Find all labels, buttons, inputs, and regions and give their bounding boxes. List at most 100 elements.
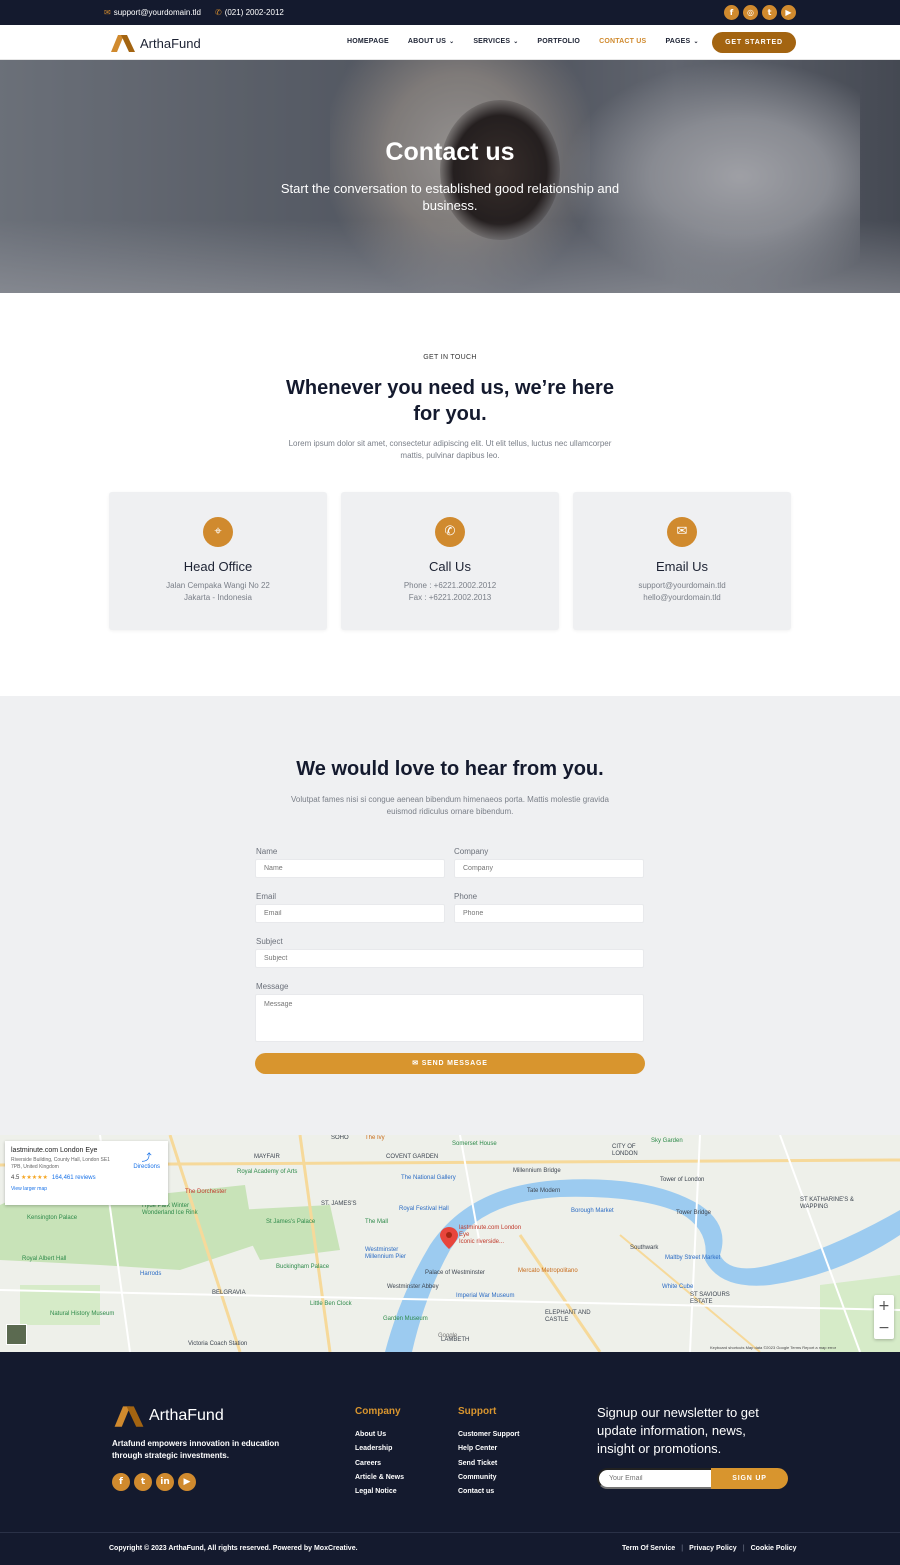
map-place-card: lastminute.com London Eye Riverside Buil… bbox=[5, 1141, 168, 1205]
zoom-in-button[interactable]: + bbox=[874, 1295, 894, 1317]
map-label: Garden Museum bbox=[383, 1316, 428, 1322]
legal-link[interactable]: Cookie Policy bbox=[751, 1545, 797, 1552]
newsletter-heading: Signup our newsletter to get update info… bbox=[597, 1405, 759, 1456]
copyright: Copyright © 2023 ArthaFund, All rights r… bbox=[109, 1545, 358, 1552]
footer-link[interactable]: Legal Notice bbox=[355, 1488, 397, 1495]
nav-item-portfolio[interactable]: PORTFOLIO bbox=[537, 38, 580, 45]
touch-heading: Whenever you need us, we’re here for you… bbox=[286, 377, 614, 425]
company-input[interactable] bbox=[454, 859, 644, 878]
map-label: Tower of London bbox=[660, 1177, 705, 1183]
instagram-icon[interactable]: ◎ bbox=[743, 5, 758, 20]
name-input[interactable] bbox=[255, 859, 445, 878]
legal-link[interactable]: Term Of Service bbox=[622, 1545, 675, 1552]
map-rating: 4.5 ★★★★★ 164,461 reviews bbox=[11, 1174, 162, 1181]
footer-link[interactable]: Help Center bbox=[458, 1445, 497, 1452]
footer-link[interactable]: Community bbox=[458, 1474, 497, 1481]
map-label: The Dorchester bbox=[185, 1189, 227, 1195]
map-reviews-link[interactable]: 164,461 reviews bbox=[52, 1175, 96, 1181]
top-phone-text: (021) 2002-2012 bbox=[224, 8, 284, 17]
map-label: Royal Academy of Arts bbox=[237, 1169, 298, 1175]
map-label: Westminster Abbey bbox=[387, 1284, 439, 1290]
nav-item-label: PORTFOLIO bbox=[537, 38, 581, 45]
map-label: Imperial War Museum bbox=[456, 1293, 515, 1299]
company-heading: Company bbox=[355, 1406, 401, 1417]
nav-item-label: ABOUT US bbox=[407, 38, 447, 45]
map-embed[interactable]: SOHO The Ivy Somerset House Sky Garden C… bbox=[0, 1135, 900, 1352]
facebook-icon[interactable]: f bbox=[112, 1473, 130, 1491]
message-textarea[interactable] bbox=[255, 994, 644, 1042]
directions-button[interactable]: ⤴ Directions bbox=[133, 1149, 160, 1170]
envelope-icon: ✉ bbox=[412, 1060, 422, 1067]
separator: | bbox=[681, 1545, 684, 1552]
map-label: The Ivy bbox=[365, 1135, 385, 1141]
logo[interactable]: ArthaFund bbox=[109, 33, 201, 53]
email-input[interactable] bbox=[255, 904, 445, 923]
map-label: Palace of Westminster bbox=[425, 1270, 485, 1276]
map-label: Mercato Metropolitano bbox=[518, 1268, 578, 1274]
phone-input[interactable] bbox=[454, 904, 644, 923]
map-label: Buckingham Palace bbox=[276, 1264, 330, 1270]
chevron-down-icon: ⌄ bbox=[513, 39, 519, 45]
map-label: Tower Bridge bbox=[676, 1210, 712, 1216]
card-line[interactable]: support@yourdomain.tld bbox=[573, 581, 791, 590]
footer-link[interactable]: Article & News bbox=[355, 1474, 404, 1481]
map-attribution[interactable]: Keyboard shortcuts Map data ©2023 Google… bbox=[710, 1345, 836, 1350]
footer-link[interactable]: Careers bbox=[355, 1460, 381, 1467]
newsletter-email-input[interactable] bbox=[597, 1468, 717, 1489]
phone-icon: ✆ bbox=[435, 517, 465, 547]
directions-label: Directions bbox=[133, 1164, 160, 1170]
twitter-icon[interactable]: t bbox=[134, 1473, 152, 1491]
card-line: Fax : +6221.2002.2013 bbox=[408, 593, 492, 602]
top-phone[interactable]: ✆ (021) 2002-2012 bbox=[215, 8, 284, 17]
map-label: Sky Garden bbox=[651, 1138, 683, 1144]
send-message-button[interactable]: ✉ SEND MESSAGE bbox=[255, 1053, 645, 1074]
youtube-icon[interactable]: ▶ bbox=[781, 5, 796, 20]
footer-link[interactable]: Send Ticket bbox=[458, 1460, 497, 1467]
facebook-icon[interactable]: f bbox=[724, 5, 739, 20]
nav-item-services[interactable]: SERVICES ⌄ bbox=[473, 38, 518, 45]
top-email[interactable]: ✉ support@yourdomain.tld bbox=[104, 8, 201, 17]
nav-item-about-us[interactable]: ABOUT US ⌄ bbox=[408, 38, 454, 45]
map-satellite-thumbnail[interactable] bbox=[6, 1324, 27, 1345]
message-label: Message bbox=[256, 982, 289, 991]
sign-up-button[interactable]: SIGN UP bbox=[711, 1468, 788, 1489]
card-line: Jakarta - Indonesia bbox=[183, 593, 253, 602]
card-line[interactable]: hello@yourdomain.tld bbox=[573, 593, 791, 602]
nav-item-label: HOMEPAGE bbox=[347, 38, 389, 45]
map-rating-value: 4.5 bbox=[11, 1175, 20, 1181]
nav-item-pages[interactable]: PAGES ⌄ bbox=[665, 38, 698, 45]
card-head-office: ⌖ Head Office Jalan Cempaka Wangi No 22 … bbox=[109, 492, 327, 630]
twitter-icon[interactable]: t bbox=[762, 5, 777, 20]
zoom-out-button[interactable]: − bbox=[874, 1317, 894, 1339]
nav-item-homepage[interactable]: HOMEPAGE bbox=[347, 38, 389, 45]
footer-link[interactable]: Leadership bbox=[355, 1445, 392, 1452]
map-label: ST. JAMES'S bbox=[321, 1201, 357, 1207]
support-heading: Support bbox=[458, 1406, 497, 1417]
map-label: Kensington Palace bbox=[27, 1215, 78, 1221]
company-label: Company bbox=[454, 847, 489, 856]
map-label: Harrods bbox=[140, 1271, 162, 1277]
nav-item-label: PAGES bbox=[665, 38, 691, 45]
footer-link[interactable]: Customer Support bbox=[458, 1431, 519, 1438]
logo-mark-icon bbox=[114, 1406, 144, 1427]
get-started-button[interactable]: GET STARTED bbox=[712, 32, 796, 53]
nav-item-label: CONTACT US bbox=[599, 38, 647, 45]
chevron-down-icon: ⌄ bbox=[693, 39, 699, 45]
nav-item-contact-us[interactable]: CONTACT US bbox=[599, 38, 646, 45]
legal-link[interactable]: Privacy Policy bbox=[689, 1545, 736, 1552]
main-nav: ArthaFund HOMEPAGE ABOUT US ⌄ SERVICES ⌄ PORT… bbox=[0, 25, 900, 60]
footer-link[interactable]: About Us bbox=[355, 1431, 386, 1438]
footer-logo[interactable]: ArthaFund bbox=[112, 1404, 224, 1428]
hero-title: Contact us bbox=[385, 138, 515, 166]
hero-subtitle: Start the conversation to established go… bbox=[280, 181, 620, 213]
view-larger-map-link[interactable]: View larger map bbox=[11, 1186, 162, 1192]
youtube-icon[interactable]: ▶ bbox=[178, 1473, 196, 1491]
footer-link[interactable]: Contact us bbox=[458, 1488, 494, 1495]
footer-description: Artafund empowers innovation in educatio… bbox=[112, 1439, 280, 1460]
map-zoom-control: + − bbox=[874, 1295, 894, 1339]
linkedin-icon[interactable]: in bbox=[156, 1473, 174, 1491]
top-email-text: support@yourdomain.tld bbox=[113, 8, 201, 17]
subject-input[interactable] bbox=[255, 949, 644, 968]
map-label: Little Ben Clock bbox=[310, 1301, 352, 1307]
map-label: Victoria Coach Station bbox=[188, 1341, 248, 1347]
